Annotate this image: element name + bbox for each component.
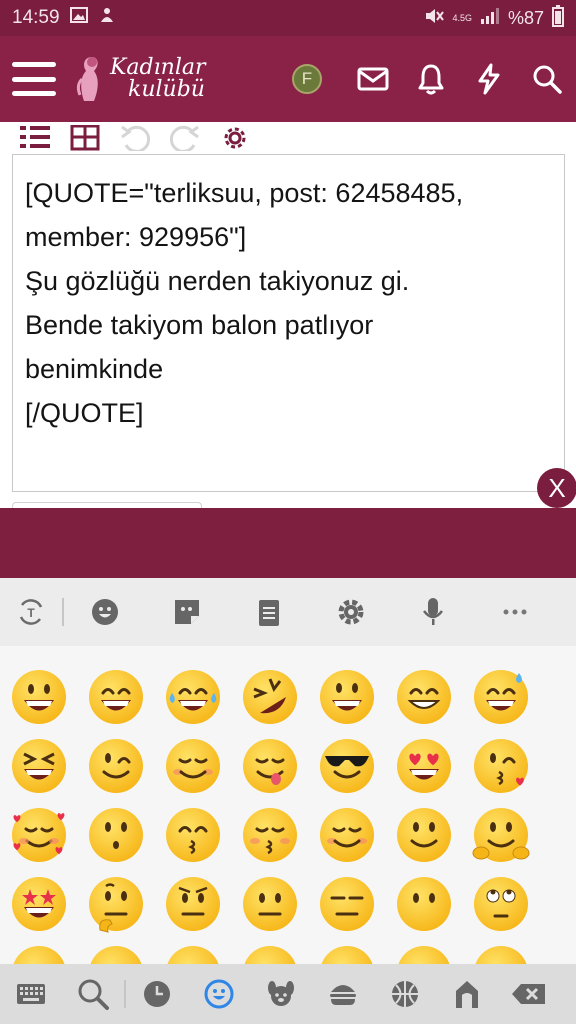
emoji-relieved[interactable] [309, 800, 385, 869]
emoji-expressionless[interactable] [309, 869, 385, 938]
clipboard-icon[interactable] [228, 578, 310, 646]
emoji-neutral[interactable] [232, 869, 308, 938]
keyboard-icon[interactable] [0, 964, 62, 1024]
microphone-icon[interactable] [392, 578, 474, 646]
emoji-row [0, 800, 576, 869]
editor-toolbar [18, 122, 252, 154]
emoji-row [0, 731, 576, 800]
emoji-blushing[interactable] [155, 731, 231, 800]
emoji-partial[interactable] [155, 938, 231, 964]
emoji-rolling-eyes[interactable] [463, 869, 539, 938]
food-icon[interactable] [312, 964, 374, 1024]
emoji-beaming[interactable] [78, 662, 154, 731]
lightning-icon[interactable] [460, 57, 518, 101]
mute-icon [424, 7, 445, 30]
emoji-rofl[interactable] [232, 662, 308, 731]
emoji-grinning[interactable] [1, 662, 77, 731]
battery-percent: %87 [507, 7, 544, 28]
logo-line-1: Kadınlar [110, 55, 206, 80]
gear-icon[interactable] [218, 123, 252, 153]
search-icon[interactable] [518, 57, 576, 101]
logo-figure-icon [76, 57, 98, 101]
emoji-partial[interactable] [463, 938, 539, 964]
emoji-squinting[interactable] [1, 731, 77, 800]
emoji-tears-of-joy[interactable] [155, 662, 231, 731]
network-type: 4.5G [452, 12, 472, 23]
emoji-star-struck[interactable] [1, 869, 77, 938]
travel-icon[interactable] [436, 964, 498, 1024]
emoji-partial[interactable] [232, 938, 308, 964]
app-header: Kadınlar kulübü F [0, 36, 576, 122]
status-bar: 14:59 4.5G %87 [0, 0, 576, 36]
emoji-raised-eyebrow[interactable] [155, 869, 231, 938]
animals-icon[interactable] [250, 964, 312, 1024]
emoji-category-bar [0, 964, 576, 1024]
emoji-kissing[interactable] [78, 800, 154, 869]
bell-icon[interactable] [402, 57, 460, 101]
message-editor[interactable]: [QUOTE="terliksuu, post: 62458485, membe… [12, 154, 565, 492]
banner-area [0, 508, 576, 578]
menu-icon[interactable] [12, 62, 56, 96]
emoji-no-mouth[interactable] [386, 869, 462, 938]
activity-icon[interactable] [374, 964, 436, 1024]
emoji-sunglasses[interactable] [309, 731, 385, 800]
emoji-thinking[interactable] [78, 869, 154, 938]
emoji-partial[interactable] [78, 938, 154, 964]
emoji-smiley[interactable] [309, 662, 385, 731]
app-notification-icon [98, 6, 116, 30]
recent-icon[interactable] [126, 964, 188, 1024]
emoji-heart-eyes[interactable] [386, 731, 462, 800]
user-avatar[interactable]: F [292, 64, 322, 94]
close-button[interactable]: X [537, 468, 576, 508]
emoji-sweat-smile[interactable] [463, 662, 539, 731]
smileys-icon[interactable] [188, 964, 250, 1024]
emoji-kissing-closed-eyes[interactable] [232, 800, 308, 869]
editor-area: [QUOTE="terliksuu, post: 62458485, membe… [0, 122, 576, 510]
emoji-slight-smile[interactable] [386, 800, 462, 869]
svg-text:T: T [27, 606, 35, 620]
logo-line-2: kulübü [128, 77, 205, 102]
emoji-partial[interactable] [309, 938, 385, 964]
emoji-hugging[interactable] [463, 800, 539, 869]
battery-icon [552, 4, 564, 32]
emoji-grid [0, 646, 576, 964]
more-icon[interactable] [474, 578, 556, 646]
signal-icon [480, 7, 500, 30]
gear-icon[interactable] [310, 578, 392, 646]
emoji-winking[interactable] [78, 731, 154, 800]
editor-content[interactable]: [QUOTE="terliksuu, post: 62458485, membe… [25, 171, 552, 435]
emoji-kissing-heart[interactable] [463, 731, 539, 800]
backspace-icon[interactable] [498, 964, 560, 1024]
site-logo[interactable]: Kadınlar kulübü [74, 49, 206, 109]
translate-icon[interactable]: T [0, 578, 62, 646]
redo-icon[interactable] [168, 123, 202, 153]
status-time: 14:59 [12, 7, 60, 28]
emoji-partial[interactable] [386, 938, 462, 964]
emoji-grin[interactable] [386, 662, 462, 731]
mail-icon[interactable] [344, 57, 402, 101]
emoji-smiling-hearts[interactable] [1, 800, 77, 869]
emoji-yum[interactable] [232, 731, 308, 800]
emoji-row [0, 662, 576, 731]
emoji-row [0, 869, 576, 938]
emoji-row [0, 938, 576, 964]
gallery-notification-icon [69, 7, 88, 29]
sticker-icon[interactable] [146, 578, 228, 646]
list-icon[interactable] [18, 123, 52, 153]
keyboard-toolbar: T [0, 578, 576, 646]
emoji-icon[interactable] [64, 578, 146, 646]
emoji-partial[interactable] [1, 938, 77, 964]
search-icon[interactable] [62, 964, 124, 1024]
undo-icon[interactable] [118, 123, 152, 153]
emoji-kissing-smiling-eyes[interactable] [155, 800, 231, 869]
table-icon[interactable] [68, 123, 102, 153]
